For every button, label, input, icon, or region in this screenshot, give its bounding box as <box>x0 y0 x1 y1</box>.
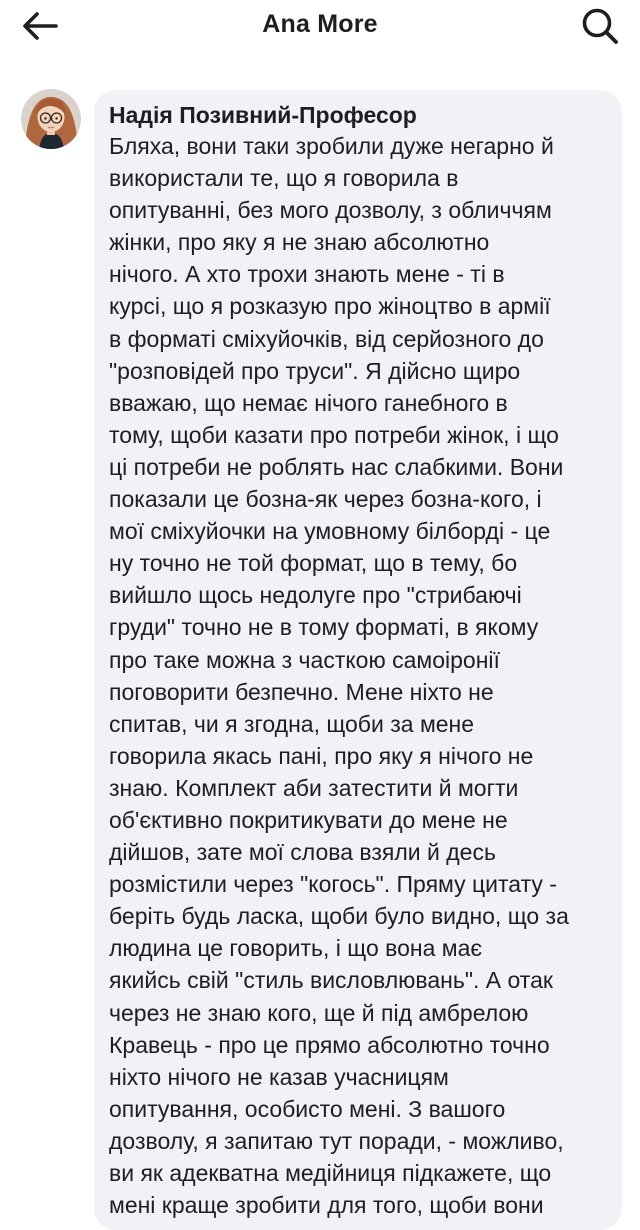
comment-text: Бляха, вони таки зробили дуже негарно й … <box>109 133 569 1219</box>
avatar-woman-glasses <box>21 89 81 149</box>
comment-author[interactable]: Надія Позивний-Професор <box>109 102 417 129</box>
page-title: Ana More <box>262 10 378 38</box>
avatar[interactable] <box>21 89 81 149</box>
top-bar: Ana More <box>0 0 640 52</box>
search-icon <box>582 8 618 44</box>
comment-bubble: Надія Позивний-Професор Бляха, вони таки… <box>94 90 622 1230</box>
search-button[interactable] <box>578 6 622 46</box>
text-fade <box>94 1216 622 1230</box>
